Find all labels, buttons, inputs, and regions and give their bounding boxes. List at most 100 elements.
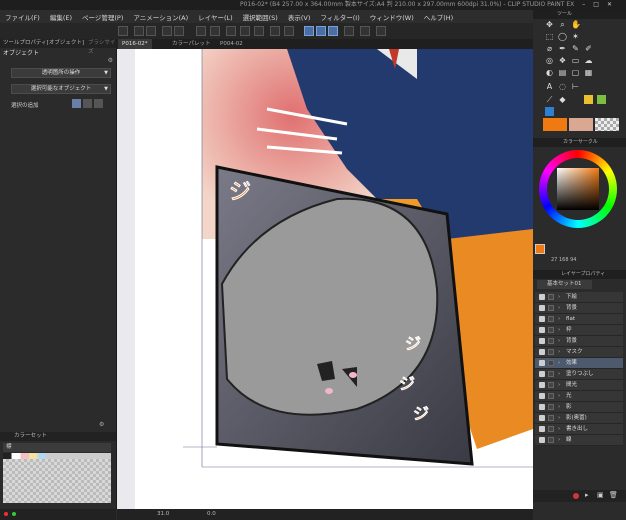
clear-icon[interactable] [196,26,206,36]
layer-row[interactable]: › 塗りつぶし [535,369,623,380]
invert-selection-icon[interactable] [240,26,250,36]
balloon-icon[interactable]: ◌ [558,82,567,91]
menu-page[interactable]: ページ管理(P) [77,12,128,22]
correct-line-icon[interactable]: ⟋ [545,95,554,104]
undo-icon[interactable] [162,26,172,36]
brush-icon[interactable]: ✐ [584,44,593,53]
misc-icon[interactable] [376,26,386,36]
visibility-icon[interactable] [539,360,545,366]
layer-row[interactable]: › flat [535,314,623,325]
visibility-icon[interactable] [539,349,545,355]
menu-filter[interactable]: フィルター(I) [315,12,364,22]
chevron-right-icon[interactable]: › [558,325,560,335]
new-icon[interactable] [118,26,128,36]
pen-icon[interactable]: ✒ [558,44,567,53]
tab-document-1[interactable]: P016-02* [118,39,152,49]
play-icon[interactable]: ▸ [585,491,589,499]
color-sample-icon[interactable] [584,95,593,104]
decoration-icon[interactable]: ❖ [558,56,567,65]
lock-icon[interactable] [548,426,554,432]
canvas-area[interactable]: ジ ジ ジ ジ [117,49,533,513]
figure-icon[interactable]: ▢ [571,68,580,77]
selection-new-icon[interactable] [72,99,81,108]
lock-icon[interactable] [548,404,554,410]
main-color-swatch[interactable] [543,118,567,131]
transform-icon[interactable] [210,26,220,36]
chevron-right-icon[interactable]: › [558,314,560,324]
manga-canvas[interactable]: ジ ジ ジ ジ [117,49,533,513]
expand-selection-icon[interactable] [254,26,264,36]
lock-icon[interactable] [548,327,554,333]
swatch-row[interactable] [3,453,111,459]
visibility-icon[interactable] [539,305,545,311]
chevron-right-icon[interactable]: › [558,369,560,379]
lock-icon[interactable] [548,349,554,355]
layer-color-icon[interactable] [545,107,554,116]
tab-document-2[interactable]: カラーパレット [168,39,214,49]
visibility-icon[interactable] [539,382,545,388]
frame-icon[interactable]: ▦ [584,68,593,77]
transparent-operation-dropdown[interactable]: 透明箇所の操作 ▼ [11,68,111,78]
layer-row[interactable]: › 光 [535,391,623,402]
redo-icon[interactable] [174,26,184,36]
chevron-right-icon[interactable]: › [558,402,560,412]
record-icon[interactable] [573,493,579,499]
visibility-icon[interactable] [539,437,545,443]
snap-ruler-icon[interactable] [304,26,314,36]
layer-row[interactable]: › 枠 [535,325,623,336]
saturation-value-box[interactable] [557,168,599,210]
layer-row[interactable]: › 影(奥冨) [535,413,623,424]
fill-icon[interactable]: ◐ [545,68,554,77]
blend-icon[interactable]: ☁ [584,56,593,65]
text-icon[interactable]: A [545,82,554,91]
chevron-right-icon[interactable]: › [558,303,560,313]
lock-icon[interactable] [548,305,554,311]
menu-edit[interactable]: 編集(E) [45,12,77,22]
layer-row[interactable]: › 線 [535,435,623,446]
chevron-right-icon[interactable]: › [558,380,560,390]
colorset-selector[interactable]: 標 [3,443,111,452]
chevron-right-icon[interactable]: › [558,292,560,302]
layer-set-dropdown[interactable]: 基本セット01 [537,280,592,289]
selection-add-icon[interactable] [83,99,92,108]
save-icon[interactable] [146,26,156,36]
layer-row-selected[interactable]: › 効果 [535,358,623,369]
lasso-icon[interactable]: ◯ [558,32,567,41]
selection-subtract-icon[interactable] [94,99,103,108]
chevron-right-icon[interactable]: › [558,413,560,423]
menu-layer[interactable]: レイヤー(L) [193,12,238,22]
layer-row[interactable]: › 影 [535,402,623,413]
lock-icon[interactable] [548,393,554,399]
lock-icon[interactable] [548,360,554,366]
tab-document-3[interactable]: P004-02 [216,39,247,49]
visibility-icon[interactable] [539,316,545,322]
layer-row[interactable]: › 書き出し [535,424,623,435]
visibility-icon[interactable] [539,415,545,421]
deselect-icon[interactable] [226,26,236,36]
lock-icon[interactable] [548,316,554,322]
window-controls[interactable]: –□✕ [582,0,620,10]
color-wheel[interactable] [539,150,617,228]
new-layer-icon[interactable]: ▣ [597,491,604,499]
visibility-icon[interactable] [539,371,545,377]
ruler-icon[interactable]: ⊢ [571,82,580,91]
chevron-right-icon[interactable]: › [558,336,560,346]
zoom-value[interactable]: 31.0 [157,509,169,520]
tab-brush-size[interactable]: ブラシサイズ [88,39,116,57]
settings-icon[interactable] [344,26,354,36]
lock-icon[interactable] [548,371,554,377]
color-swatches[interactable] [3,453,111,503]
chevron-right-icon[interactable]: › [558,358,560,368]
menu-view[interactable]: 表示(V) [283,12,316,22]
chevron-right-icon[interactable]: › [558,391,560,401]
tab-tool-property[interactable]: ツールプロパティ[オブジェクト] [3,39,84,48]
menu-selection[interactable]: 選択範囲(S) [238,12,283,22]
snap-special-ruler-icon[interactable] [316,26,326,36]
gradient-icon[interactable]: ▤ [558,68,567,77]
chevron-right-icon[interactable]: › [558,424,560,434]
layer-row[interactable]: › 下絵 [535,292,623,303]
menu-help[interactable]: ヘルプ(H) [419,12,458,22]
lock-icon[interactable] [548,338,554,344]
crop-icon[interactable] [270,26,280,36]
fill-bucket-icon[interactable]: ◆ [558,95,567,104]
